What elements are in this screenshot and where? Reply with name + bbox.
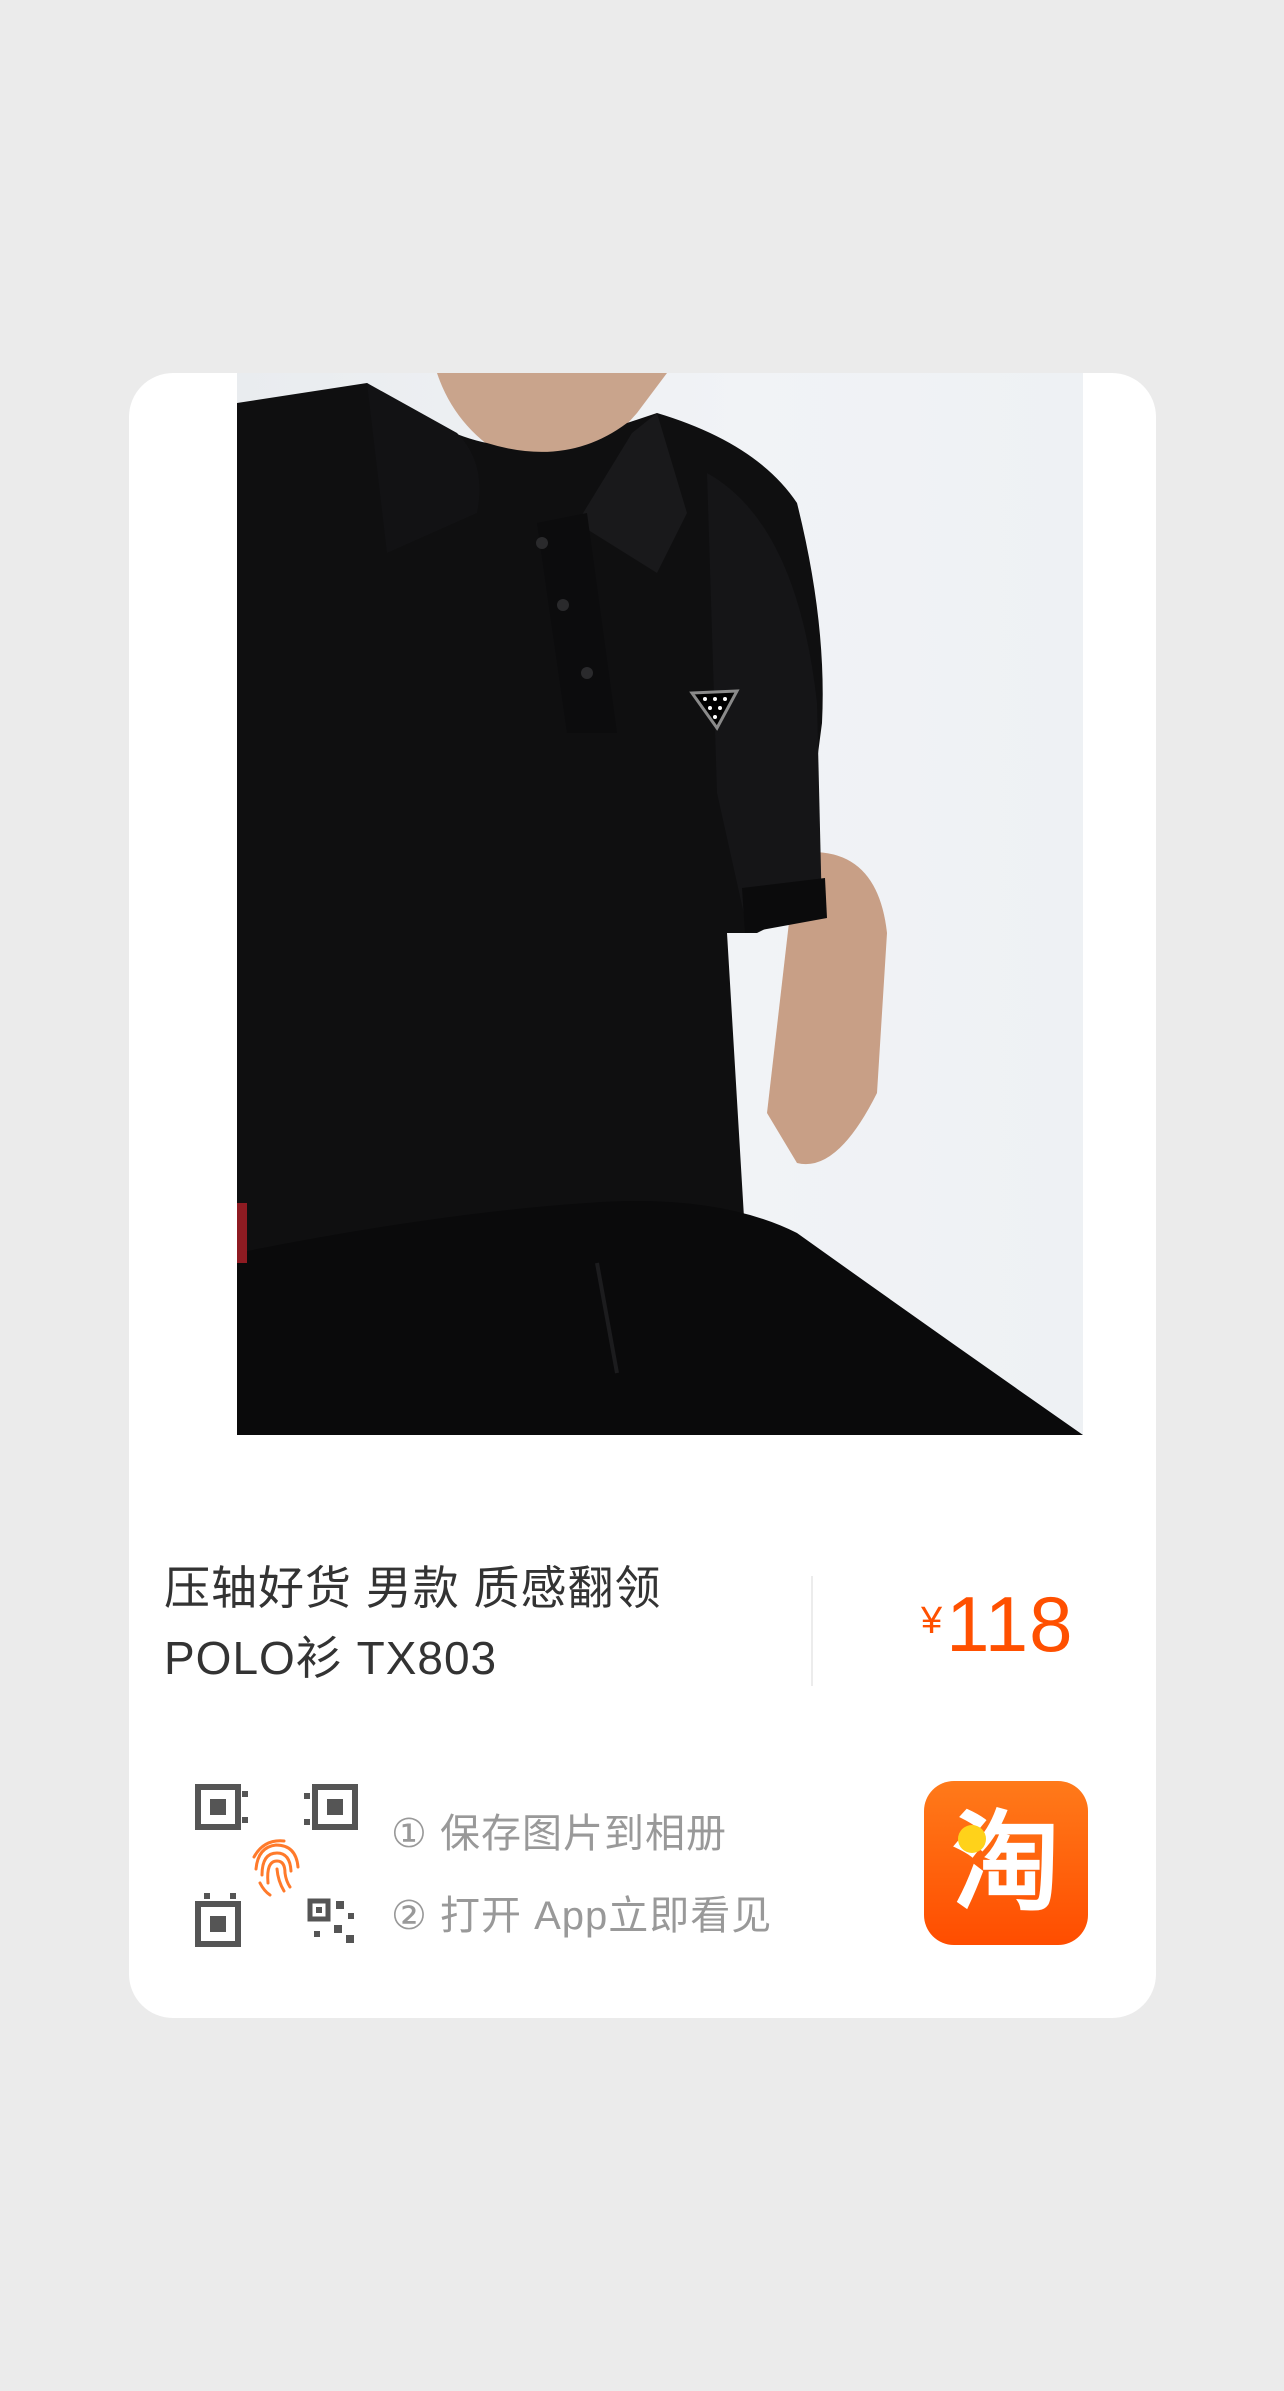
step-save-image: ① 保存图片到相册 — [391, 1812, 727, 1856]
product-price: ¥118 — [921, 1579, 1074, 1670]
taobao-logo-glyph: 淘 — [951, 1802, 1060, 1923]
title-price-divider — [811, 1576, 813, 1686]
polo-shirt-illustration — [237, 373, 1083, 1435]
qr-scan-icon — [194, 1783, 359, 1948]
step-open-app: ② 打开 App立即看见 — [391, 1894, 773, 1938]
logo-dot — [958, 1825, 986, 1853]
product-title[interactable]: 压轴好货 男款 质感翻领 POLO衫 TX803 — [164, 1553, 774, 1693]
share-card: 压轴好货 男款 质感翻领 POLO衫 TX803 ¥118 ① 保存图片到相册 … — [129, 373, 1156, 2018]
price-currency: ¥ — [921, 1600, 943, 1642]
fingerprint-icon — [252, 1839, 300, 1897]
product-title-line-2: POLO衫 TX803 — [164, 1632, 498, 1684]
share-steps: ① 保存图片到相册 ② 打开 App立即看见 — [391, 1793, 772, 1957]
taobao-logo[interactable]: 淘 — [924, 1781, 1088, 1945]
product-title-line-1: 压轴好货 男款 质感翻领 — [164, 1562, 662, 1614]
price-amount: 118 — [946, 1580, 1074, 1668]
product-image[interactable] — [237, 373, 1083, 1435]
